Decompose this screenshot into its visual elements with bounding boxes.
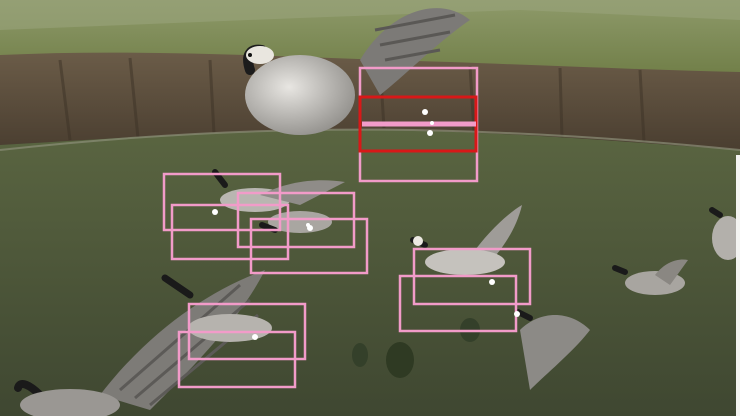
keypoint[interactable] — [427, 130, 433, 136]
keypoint[interactable] — [212, 209, 218, 215]
keypoint[interactable] — [489, 279, 495, 285]
valley-floor — [0, 129, 740, 416]
photo-layer — [0, 0, 740, 416]
keypoint[interactable] — [306, 223, 310, 227]
keypoint[interactable] — [252, 334, 258, 340]
aerial-geese-photo — [0, 0, 740, 416]
frame-edge — [736, 155, 740, 416]
keypoint[interactable] — [422, 109, 428, 115]
keypoint[interactable] — [430, 121, 434, 125]
shrub — [352, 343, 368, 367]
shrub — [386, 342, 414, 378]
keypoint[interactable] — [514, 311, 520, 317]
